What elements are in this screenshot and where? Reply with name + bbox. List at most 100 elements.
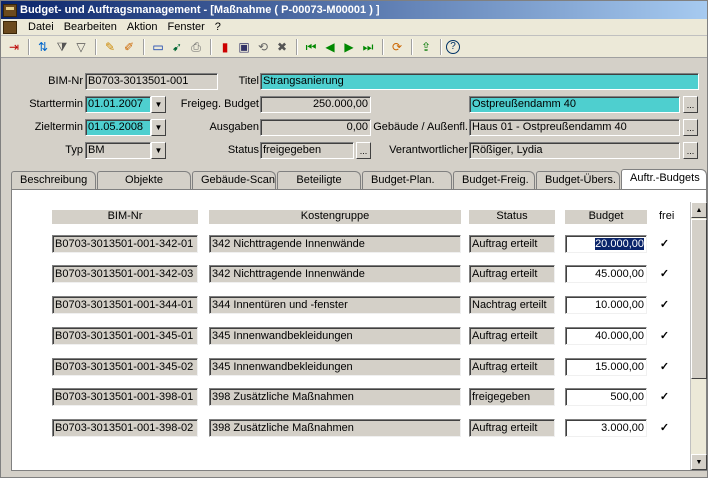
scroll-thumb[interactable] [691,219,707,379]
starttermin-label: Starttermin [29,98,83,110]
menu-datei[interactable]: Datei [23,21,59,33]
row-3-status[interactable]: Nachtrag erteilt [469,296,555,314]
status-field[interactable]: freigegeben [260,142,354,159]
menu-help[interactable]: ? [210,21,226,33]
title-bar[interactable]: Budget- und Auftragsmanagement - [Maßnah… [1,1,707,19]
row-3-frei-checkbox[interactable]: ✓ [659,300,670,311]
titel-field[interactable]: Strangsanierung [260,73,699,90]
row-7-bim-nr[interactable]: B0703-3013501-001-398-02 [52,419,198,437]
starttermin-field[interactable]: 01.01.2007 [85,96,151,113]
row-6-status[interactable]: freigegeben [469,388,555,406]
filter-multi-icon[interactable]: ⧩ [53,38,71,56]
window-icon[interactable]: ▭ [149,38,167,56]
row-5-frei-checkbox[interactable]: ✓ [659,362,670,373]
row-2-bim-nr[interactable]: B0703-3013501-001-342-03 [52,265,198,283]
address-lookup-button[interactable]: ... [683,96,698,113]
row-3-bim-nr[interactable]: B0703-3013501-001-344-01 [52,296,198,314]
row-7-budget[interactable]: 3.000,00 [565,419,647,437]
row-6-bim-nr[interactable]: B0703-3013501-001-398-01 [52,388,198,406]
row-6-kostengruppe[interactable]: 398 Zusätzliche Maßnahmen [209,388,461,406]
typ-field[interactable]: BM [85,142,151,159]
filter-icon[interactable]: ▽ [72,38,90,56]
row-1-bim-nr[interactable]: B0703-3013501-001-342-01 [52,235,198,253]
row-7-frei-checkbox[interactable]: ✓ [659,423,670,434]
gebaeude-field[interactable]: Haus 01 - Ostpreußendamm 40 [469,119,680,136]
menu-bearbeiten[interactable]: Bearbeiten [59,21,122,33]
tab-budget-uebers[interactable]: Budget-Übers. [536,171,620,189]
tab-gebaeude-scan[interactable]: Gebäude-Scan [192,171,276,189]
last-record-icon[interactable]: ⏭ [359,38,377,56]
row-1-budget-value: 20.000,00 [595,238,644,250]
menu-aktion[interactable]: Aktion [122,21,163,33]
typ-dropdown-button[interactable]: ▼ [151,142,166,159]
address-field[interactable]: Ostpreußendamm 40 [469,96,680,113]
zieltermin-dropdown-button[interactable]: ▼ [151,119,166,136]
row-6-budget[interactable]: 500,00 [565,388,647,406]
row-2-kostengruppe[interactable]: 342 Nichttragende Innenwände [209,265,461,283]
first-record-icon[interactable]: ⏮ [302,38,320,56]
tab-auftr-budgets[interactable]: Auftr.-Budgets [621,169,707,189]
chevron-down-icon: ▼ [154,100,163,109]
vertical-scrollbar[interactable]: ▲ ▼ [690,202,707,470]
tab-budget-freig[interactable]: Budget-Freig. [453,171,535,189]
row-7-status[interactable]: Auftrag erteilt [469,419,555,437]
row-4-frei-checkbox[interactable]: ✓ [659,331,670,342]
row-1-kostengruppe[interactable]: 342 Nichttragende Innenwände [209,235,461,253]
gebaeude-lookup-button[interactable]: ... [683,119,698,136]
print-icon[interactable]: ⎙ [187,38,205,56]
help-icon[interactable]: ? [446,39,460,54]
sort-icon[interactable]: ⇅ [34,38,52,56]
row-5-kostengruppe[interactable]: 345 Innenwandbekleidungen [209,358,461,376]
starttermin-dropdown-button[interactable]: ▼ [151,96,166,113]
edit-find-icon[interactable]: ✐ [120,38,138,56]
row-5-budget[interactable]: 15.000,00 [565,358,647,376]
row-5-status[interactable]: Auftrag erteilt [469,358,555,376]
tab-beschreibung[interactable]: Beschreibung [11,171,96,189]
undo-icon[interactable]: ⟲ [254,38,272,56]
prev-record-icon[interactable]: ◀ [321,38,339,56]
row-2-status[interactable]: Auftrag erteilt [469,265,555,283]
zieltermin-field[interactable]: 01.05.2008 [85,119,151,136]
row-1-budget[interactable]: 20.000,00 [565,235,647,253]
status-lookup-button[interactable]: ... [356,142,371,159]
row-1-status[interactable]: Auftrag erteilt [469,235,555,253]
chevron-down-icon: ▼ [154,146,163,155]
save-icon[interactable]: ▣ [235,38,253,56]
row-7-kostengruppe[interactable]: 398 Zusätzliche Maßnahmen [209,419,461,437]
row-4-status[interactable]: Auftrag erteilt [469,327,555,345]
freig-budget-field[interactable]: 250.000,00 [260,96,371,113]
row-5-bim-nr[interactable]: B0703-3013501-001-345-02 [52,358,198,376]
scroll-down-button[interactable]: ▼ [691,454,707,470]
menu-fenster[interactable]: Fenster [162,21,209,33]
row-4-kostengruppe[interactable]: 345 Innenwandbekleidungen [209,327,461,345]
row-2-budget[interactable]: 45.000,00 [565,265,647,283]
row-3-budget[interactable]: 10.000,00 [565,296,647,314]
chevron-up-icon: ▲ [695,206,703,214]
verantwortlicher-lookup-button[interactable]: ... [683,142,698,159]
document-icon[interactable] [3,20,17,34]
toolbar-separator [440,38,442,55]
tab-beteiligte[interactable]: Beteiligte [277,171,361,189]
ausgaben-field[interactable]: 0,00 [260,119,371,136]
tab-objekte[interactable]: Objekte [97,171,191,189]
column-header-frei: frei [659,210,675,222]
ausgaben-label: Ausgaben [209,121,259,133]
delete-icon[interactable]: ✖ [273,38,291,56]
export-icon[interactable]: ⇪ [417,38,435,56]
exit-icon[interactable]: ⇥ [5,38,23,56]
tab-budget-plan[interactable]: Budget-Plan. [362,171,452,189]
verantwortlicher-field[interactable]: Rößiger, Lydia [469,142,680,159]
row-1-frei-checkbox[interactable]: ✓ [659,239,670,250]
edit-icon[interactable]: ✎ [101,38,119,56]
scroll-up-button[interactable]: ▲ [691,202,707,218]
sync-icon[interactable]: ⟳ [388,38,406,56]
bim-nr-field[interactable]: B0703-3013501-001 [85,73,218,90]
row-4-bim-nr[interactable]: B0703-3013501-001-345-01 [52,327,198,345]
row-3-kostengruppe[interactable]: 344 Innentüren und -fenster [209,296,461,314]
red-book-icon[interactable]: ▮ [216,38,234,56]
row-6-frei-checkbox[interactable]: ✓ [659,392,670,403]
row-4-budget[interactable]: 40.000,00 [565,327,647,345]
row-2-frei-checkbox[interactable]: ✓ [659,269,670,280]
pin-icon[interactable]: ➹ [168,38,186,56]
next-record-icon[interactable]: ▶ [340,38,358,56]
